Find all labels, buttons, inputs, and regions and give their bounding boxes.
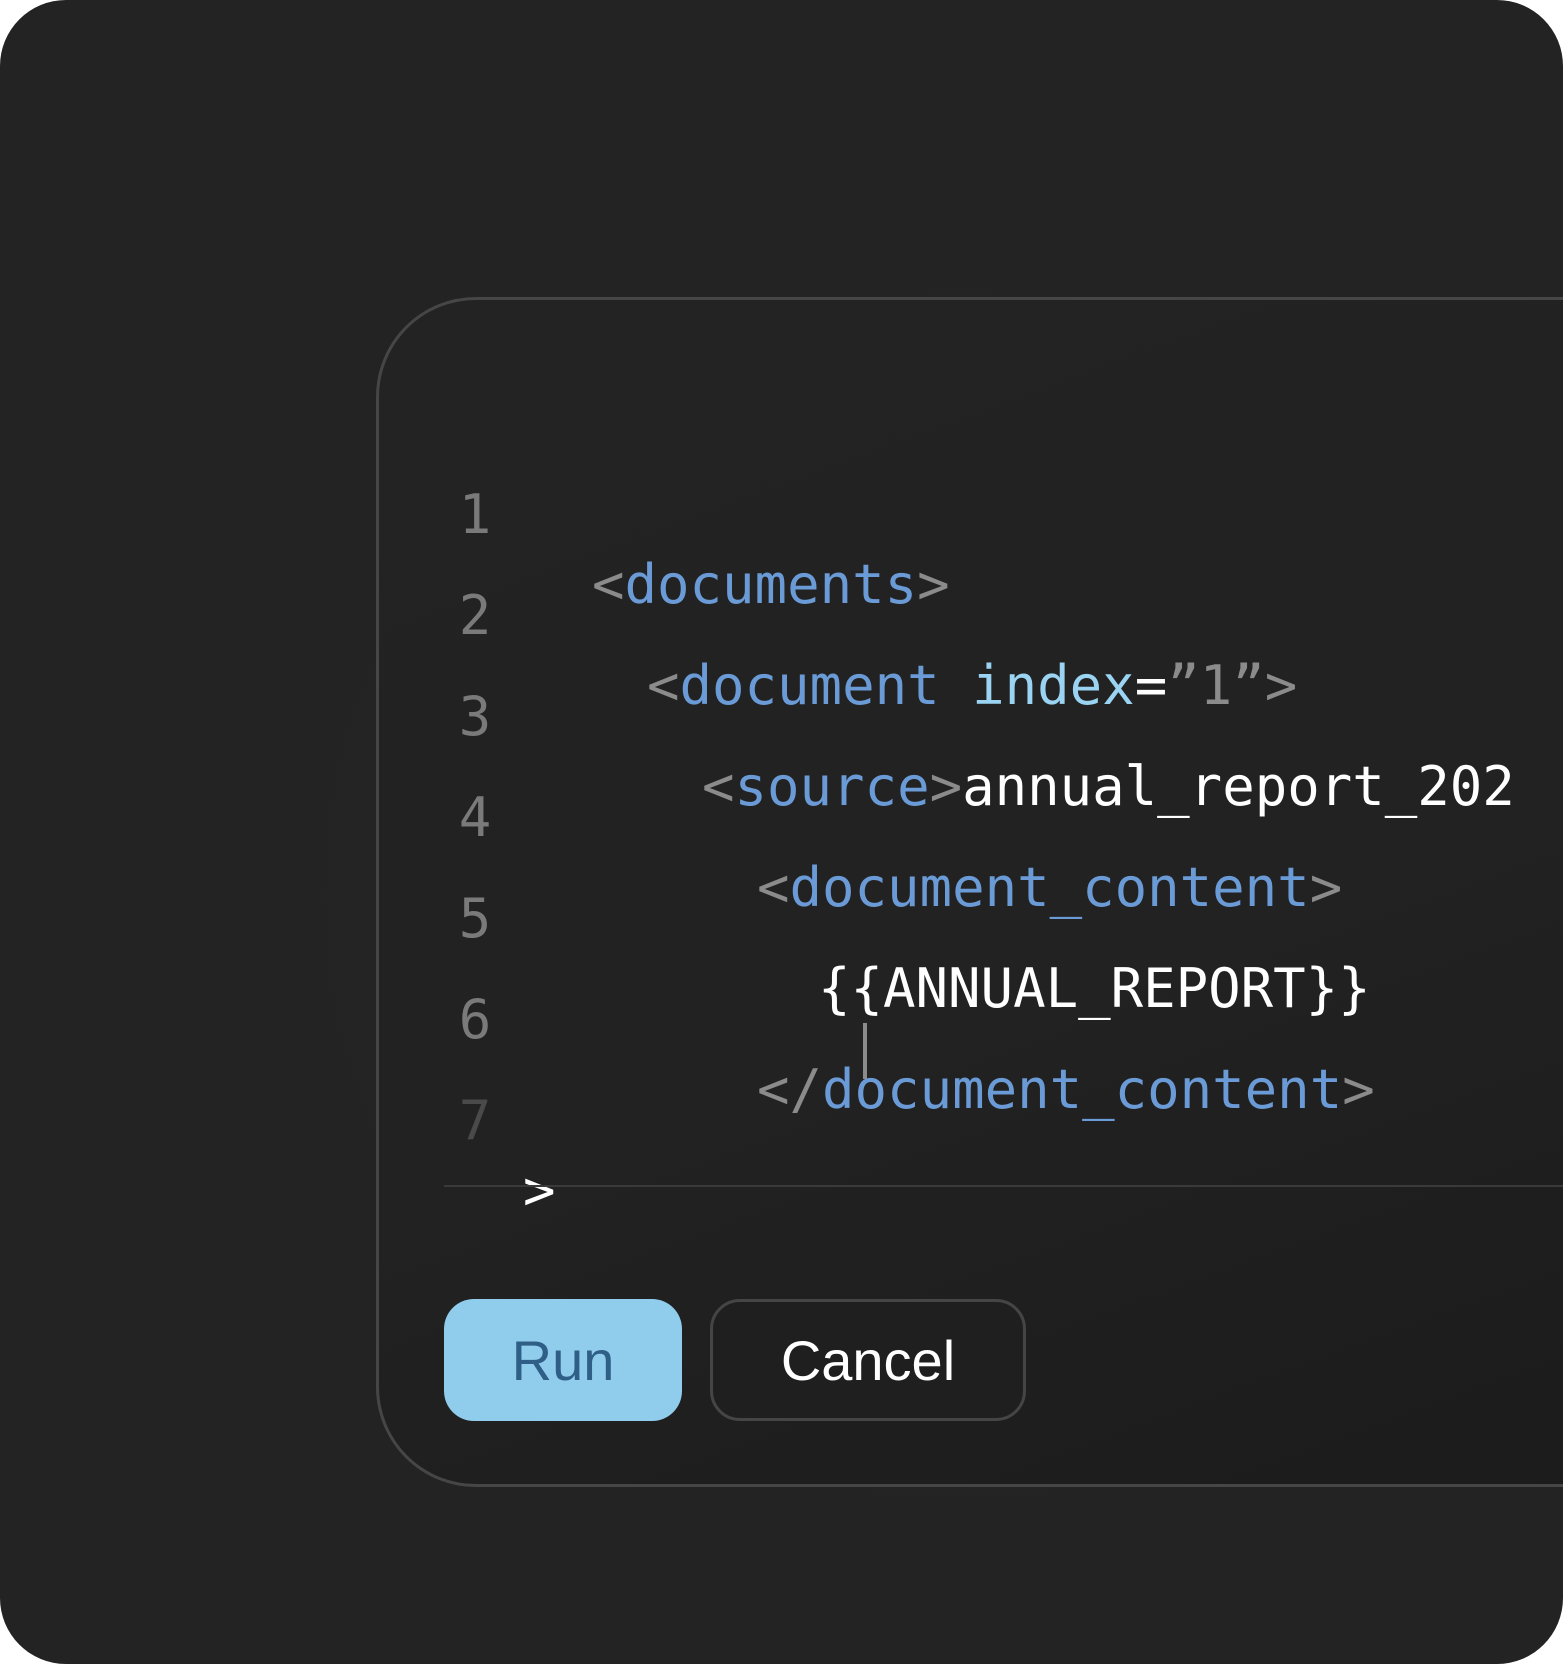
text-cursor: [863, 1023, 867, 1079]
line-number: 2: [458, 584, 492, 647]
code-line-5: 5 {{ANNUAL_REPORT}}: [0, 814, 1371, 1020]
code-line-6: 6 </document_content>: [0, 915, 1375, 1121]
tag-close-bracket: >: [1309, 856, 1343, 919]
app-frame: 1 <documents> 2 <document index=”1”> 3 <…: [0, 0, 1563, 1664]
tag-open-bracket: <: [647, 654, 680, 717]
attribute-name: index: [972, 654, 1135, 717]
tag-close-bracket: >: [1342, 1058, 1375, 1121]
code-content: <source>annual_report_202: [702, 752, 1515, 822]
tag-open-bracket: </: [757, 1058, 823, 1121]
code-line-2: 2 <document index=”1”>: [0, 511, 1298, 717]
tag-name: source: [734, 755, 930, 818]
tag-close-bracket: >: [917, 553, 950, 616]
code-content: </document_content>: [757, 1055, 1375, 1125]
run-button[interactable]: Run: [444, 1299, 682, 1421]
tag-open-bracket: <: [592, 553, 625, 616]
cancel-button[interactable]: Cancel: [710, 1299, 1026, 1421]
attribute-value: ”1”: [1167, 654, 1265, 717]
tag-name: document_content: [789, 856, 1310, 919]
code-content: <documents>: [592, 550, 950, 620]
code-line-3: 3 <source>annual_report_202: [0, 612, 1515, 818]
tag-name: documents: [624, 553, 918, 616]
tag-close-bracket: >: [1264, 654, 1298, 717]
line-number: 5: [458, 887, 492, 950]
line-number: 7: [458, 1089, 492, 1152]
tag-close-bracket: >: [929, 755, 963, 818]
prompt-indicator: >: [523, 1159, 556, 1222]
code-line-7[interactable]: 7 >: [0, 1016, 556, 1222]
line-number: 1: [458, 483, 492, 546]
line-number: 3: [458, 685, 492, 748]
line-number: 4: [458, 786, 492, 849]
source-filename: annual_report_202: [962, 755, 1515, 818]
attribute-equals: =: [1134, 654, 1168, 717]
tag-name: document_content: [822, 1058, 1343, 1121]
template-variable: {{ANNUAL_REPORT}}: [818, 957, 1371, 1020]
code-line-1: 1 <documents>: [0, 410, 950, 616]
code-content: <document_content>: [757, 853, 1342, 923]
code-line-4: 4 <document_content>: [0, 713, 1342, 919]
code-content: <document index=”1”>: [647, 651, 1297, 721]
tag-open-bracket: <: [702, 755, 735, 818]
tag-name: document: [679, 654, 940, 717]
divider: [444, 1185, 1563, 1187]
line-number: 6: [458, 988, 492, 1051]
code-content: {{ANNUAL_REPORT}}: [818, 954, 1371, 1024]
tag-open-bracket: <: [757, 856, 790, 919]
